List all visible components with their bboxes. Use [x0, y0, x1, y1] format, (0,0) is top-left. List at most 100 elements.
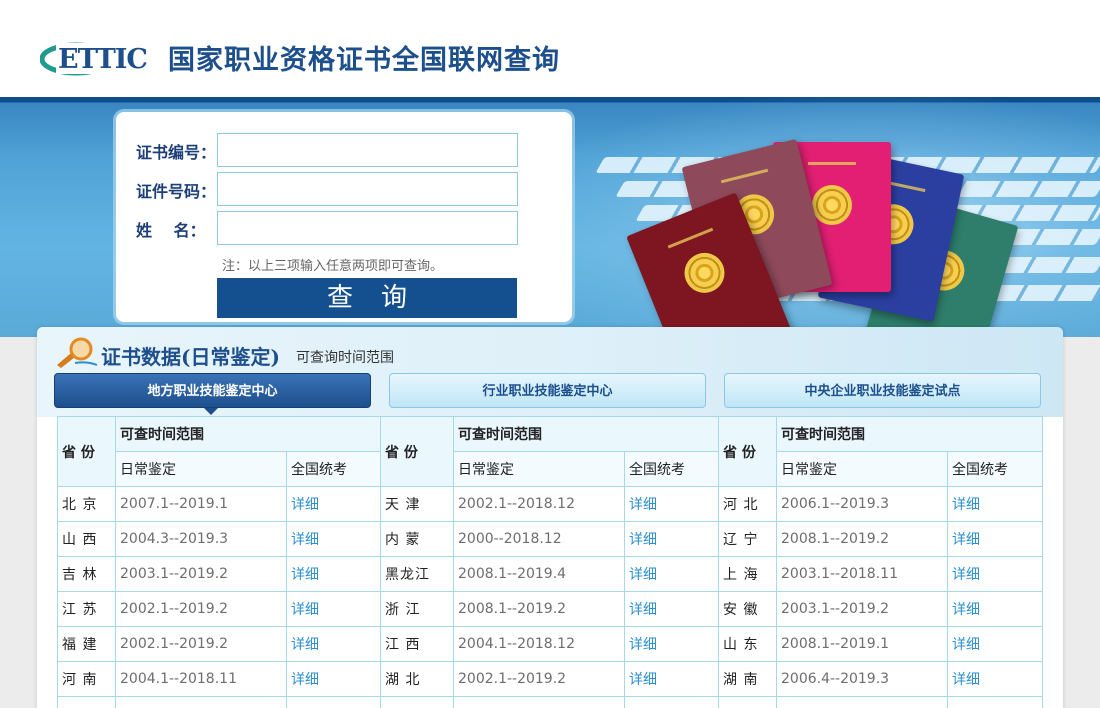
site-header: ETTIC 国家职业资格证书全国联网查询 [0, 0, 1100, 97]
ettic-logo: ETTIC [40, 42, 156, 76]
id-no-label: 证件号码： [136, 182, 217, 201]
detail-link[interactable]: 详细 [286, 591, 381, 627]
detail-link[interactable]: 详细 [286, 556, 381, 592]
province-cell [718, 696, 777, 708]
detail-link[interactable]: 详细 [624, 626, 719, 662]
table-row [57, 696, 1043, 708]
daily-range-cell: 2008.1--2019.4 [453, 556, 625, 592]
province-cell: 辽 宁 [718, 521, 777, 557]
province-cell: 黑龙江 [380, 556, 454, 592]
range-header: 可查时间范围 [115, 416, 381, 452]
tab-local-centers[interactable]: 地方职业技能鉴定中心 [54, 373, 371, 408]
province-cell: 山 西 [57, 521, 116, 557]
logo-text: ETTIC [58, 44, 147, 75]
province-cell: 上 海 [718, 556, 777, 592]
table-row: 北 京 2007.1--2019.1 详细天 津 2002.1--2018.12 详细河… [57, 486, 1043, 522]
province-header: 省 份 [380, 416, 454, 487]
page: ETTIC 国家职业资格证书全国联网查询 证书编号： 证件号码： 姓 名： 注：… [0, 0, 1100, 708]
daily-range-cell: 2004.1--2018.11 [115, 661, 287, 697]
province-cell: 江 西 [380, 626, 454, 662]
province-table: 省 份 可查时间范围 省 份 可查时间范围 省 份 可查时间范围 日常鉴定 全国… [57, 416, 1043, 708]
daily-range-cell [453, 696, 625, 708]
id-no-input[interactable] [217, 172, 518, 206]
magnifier-icon [57, 337, 98, 368]
detail-link[interactable]: 详细 [947, 591, 1043, 627]
province-cell: 河 北 [718, 486, 777, 522]
province-cell: 江 苏 [57, 591, 116, 627]
detail-link[interactable]: 详细 [624, 486, 719, 522]
daily-range-cell: 2008.1--2019.2 [453, 591, 625, 627]
detail-link[interactable]: 详细 [624, 661, 719, 697]
province-header: 省 份 [57, 416, 116, 487]
name-input[interactable] [217, 211, 518, 245]
table-header-row: 省 份 可查时间范围 省 份 可查时间范围 省 份 可查时间范围 [57, 416, 1043, 487]
query-button[interactable]: 查询 [217, 278, 517, 318]
daily-range-cell: 2002.1--2019.2 [115, 626, 287, 662]
certificate-data-panel: 证书数据(日常鉴定) 可查询时间范围 地方职业技能鉴定中心 行业职业技能鉴定中心… [37, 327, 1063, 708]
detail-link[interactable]: 详细 [947, 626, 1043, 662]
province-cell: 福 建 [57, 626, 116, 662]
daily-range-cell: 2006.1--2019.3 [776, 486, 948, 522]
province-header: 省 份 [718, 416, 777, 487]
daily-range-cell: 2003.1--2019.2 [115, 556, 287, 592]
detail-link[interactable]: 详细 [286, 626, 381, 662]
card-header: 证书数据(日常鉴定) 可查询时间范围 地方职业技能鉴定中心 行业职业技能鉴定中心… [37, 327, 1063, 417]
section-subtitle: 可查询时间范围 [296, 350, 394, 366]
daily-range-cell: 2004.1--2018.12 [453, 626, 625, 662]
table-row: 河 南 2004.1--2018.11 详细湖 北 2002.1--2019.2 详细湖… [57, 661, 1043, 697]
section-title: 证书数据(日常鉴定) [101, 345, 280, 369]
national-header: 全国统考 [947, 451, 1043, 487]
table-row: 吉 林 2003.1--2019.2 详细 黑龙江 2008.1--2019.4 详细上 … [57, 556, 1043, 592]
detail-link[interactable] [947, 696, 1043, 708]
search-note: 注：以上三项输入任意两项即可查询。 [222, 259, 444, 274]
daily-range-cell: 2006.4--2019.3 [776, 661, 948, 697]
table-row: 福 建 2002.1--2019.2 详细江 西 2004.1--2018.12 详细山… [57, 626, 1043, 662]
daily-range-cell: 2002.1--2019.2 [115, 591, 287, 627]
range-header: 可查时间范围 [776, 416, 1043, 452]
name-label: 姓 名： [136, 221, 206, 240]
table-body: 北 京 2007.1--2019.1 详细天 津 2002.1--2018.12 详细河… [57, 486, 1043, 708]
daily-range-cell: 2004.3--2019.3 [115, 521, 287, 557]
cert-no-label: 证书编号： [136, 143, 217, 162]
detail-link[interactable] [624, 696, 719, 708]
cert-no-input[interactable] [217, 133, 518, 167]
detail-link[interactable]: 详细 [286, 521, 381, 557]
detail-link[interactable]: 详细 [947, 521, 1043, 557]
search-form: 证书编号： 证件号码： 姓 名： 注：以上三项输入任意两项即可查询。 查询 [116, 112, 572, 322]
range-header: 可查时间范围 [453, 416, 719, 452]
province-cell: 北 京 [57, 486, 116, 522]
detail-link[interactable]: 详细 [286, 486, 381, 522]
daily-header: 日常鉴定 [776, 451, 948, 487]
province-cell: 浙 江 [380, 591, 454, 627]
daily-range-cell: 2002.1--2019.2 [453, 661, 625, 697]
province-cell [57, 696, 116, 708]
daily-header: 日常鉴定 [115, 451, 287, 487]
tab-industry-centers[interactable]: 行业职业技能鉴定中心 [389, 373, 706, 408]
province-cell: 山 东 [718, 626, 777, 662]
table-row: 江 苏 2002.1--2019.2 详细浙 江 2008.1--2019.2 详细安 … [57, 591, 1043, 627]
emblem-icon [678, 246, 731, 299]
tab-central-enterprise[interactable]: 中央企业职业技能鉴定试点 [724, 373, 1041, 408]
detail-link[interactable]: 详细 [947, 486, 1043, 522]
province-cell: 天 津 [380, 486, 454, 522]
daily-range-cell: 2002.1--2018.12 [453, 486, 625, 522]
detail-link[interactable]: 详细 [947, 661, 1043, 697]
province-cell [380, 696, 454, 708]
province-cell: 内 蒙 [380, 521, 454, 557]
daily-range-cell: 2008.1--2019.1 [776, 626, 948, 662]
detail-link[interactable]: 详细 [286, 661, 381, 697]
province-cell: 湖 南 [718, 661, 777, 697]
detail-link[interactable]: 详细 [947, 556, 1043, 592]
detail-link[interactable]: 详细 [624, 521, 719, 557]
table-row: 山 西 2004.3--2019.3 详细内 蒙 2000--2018.12 详细辽 宁… [57, 521, 1043, 557]
national-header: 全国统考 [624, 451, 719, 487]
province-cell: 湖 北 [380, 661, 454, 697]
detail-link[interactable] [286, 696, 381, 708]
gold-line [668, 227, 713, 249]
gold-line [721, 168, 768, 184]
detail-link[interactable]: 详细 [624, 591, 719, 627]
detail-link[interactable]: 详细 [624, 556, 719, 592]
province-cell: 安 徽 [718, 591, 777, 627]
national-header: 全国统考 [286, 451, 381, 487]
daily-range-cell [115, 696, 287, 708]
